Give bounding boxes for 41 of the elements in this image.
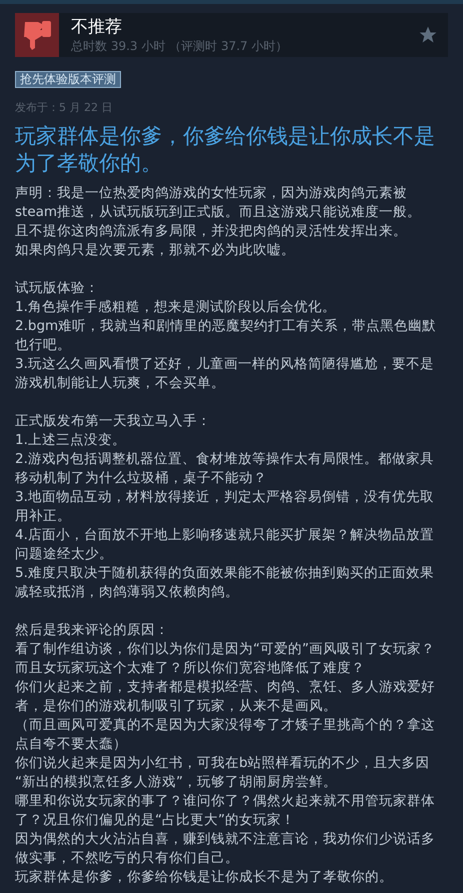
review-text-line: 你们火起来之前，支持者都是模拟经营、肉鸽、烹饪、多人游戏爱好 — [15, 678, 436, 697]
review-text-line: 用补正。 — [15, 507, 72, 526]
review-text-line: 减轻或抵消，肉鸽薄弱又依赖肉鸽。 — [15, 583, 240, 602]
review-text-line: 4.店面小，台面放不开地上影响移速就只能买扩展架？解决物品放置 — [15, 526, 435, 545]
review-text-line: 做实事，不然吃亏的只有你们自己。 — [15, 849, 240, 868]
review-text-line: 因为偶然的大火沾沾自喜，赚到钱就不注意言论，我劝你们少说话多 — [15, 830, 436, 849]
review-text-line: 正式版发布第一天我立马入手： — [15, 412, 212, 431]
star-icon[interactable] — [418, 25, 438, 45]
review-text-line: （而且画风可爱真的不是因为大家没得夸了才矮子里挑高个的？拿这 — [15, 716, 436, 735]
early-access-badge: 抢先体验版本评测 — [15, 71, 121, 88]
review-text-line: 1.角色操作手感粗糙，想来是测试阶段以后会优化。 — [15, 298, 337, 317]
review-text-line: 然后是我来评论的原因： — [15, 621, 170, 640]
review-text-line: 且不提你这肉鸽流派有多局限，并没把肉鸽的灵活性发挥出来。 — [15, 222, 408, 241]
review-text-line: 而且女玩家玩这个太难了？所以你们宽容地降低了难度？ — [15, 659, 366, 678]
review-text-line: 问题途经太少。 — [15, 545, 114, 564]
posted-date: 发布于：5 月 22 日 — [15, 100, 114, 116]
review-text-line: 3.地面物品互动，材料放得接近，判定太严格容易倒错，没有优先取 — [15, 488, 435, 507]
review-text-line: 看了制作组访谈，你们以为你们是因为“可爱的”画风吸引了女玩家？ — [15, 640, 436, 659]
review-text-line: 声明：我是一位热爱肉鸽游戏的女性玩家，因为游戏肉鸽元素被 — [15, 184, 408, 203]
review-text-line: 1.上述三点没变。 — [15, 431, 127, 450]
review-text-line: 5.难度只取决于随机获得的负面效果能不能被你抽到购买的正面效果 — [15, 564, 435, 583]
review-text-line: 移动机制了为什么垃圾桶，桌子不能动？ — [15, 469, 268, 488]
review-text-line: 哪里和你说女玩家的事了？谁问你了？偶然火起来就不用管玩家群体 — [15, 792, 436, 811]
playtime-hours: 总时数 39.3 小时 （评测时 37.7 小时） — [71, 38, 289, 54]
review-text-line: 者，是你们的游戏机制吸引了玩家，从来不是画风。 — [15, 697, 338, 716]
review-text-line: 试玩版体验： — [15, 279, 100, 298]
review-text-line: 点自夸不要太蠢） — [15, 735, 128, 754]
review-text-line: 3.玩这么久画风看惯了还好，儿童画一样的风格简陋得尴尬，要不是 — [15, 355, 435, 374]
review-text-line: 2.bgm难听，我就当和剧情里的恶魔契约打工有关系，带点黑色幽默 — [15, 317, 438, 336]
review-text-line: 如果肉鸽只是次要元素，那就不必为此吹嘘。 — [15, 241, 296, 260]
review-text-line: 游戏机制能让人玩爽，不会买单。 — [15, 374, 226, 393]
review-text-line: 你们说火起来是因为小红书，可我在b站照样看玩的不少，且大多因 — [15, 754, 431, 773]
review-text-line: “新出的模拟烹饪多人游戏”，玩够了胡闹厨房尝鲜。 — [15, 773, 338, 792]
review-text-line: 玩家群体是你爹，你爹给你钱是让你成长不是为了孝敬你的。 — [15, 868, 394, 887]
review-text-line: steam推送，从试玩版玩到正式版。而且这游戏只能说难度一般。 — [15, 203, 422, 222]
review-text-line: 也行吧。 — [15, 336, 72, 355]
review-text-line: 了？况且你们偏见的是“占比更大”的女玩家！ — [15, 811, 296, 830]
thumbs-down-icon — [21, 18, 53, 52]
review-text-line: 2.游戏内包括调整机器位置、食材堆放等操作太有局限性。都做家具 — [15, 450, 435, 469]
review-verdict: 不推荐 — [71, 16, 123, 38]
review-headline: 玩家群体是你爹，你爹给你钱是让你成长不是为了孝敬你的。 — [15, 123, 436, 177]
